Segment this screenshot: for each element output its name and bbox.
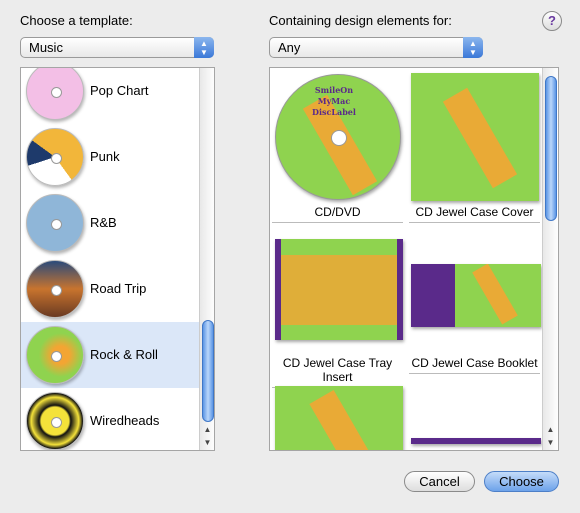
- category-value: Music: [29, 40, 63, 55]
- element-name: CD Jewel Case Booklet: [409, 356, 540, 374]
- template-name: Wiredheads: [90, 413, 160, 428]
- popup-arrows-icon: ▲ ▼: [463, 37, 483, 58]
- filter-popup[interactable]: Any ▲ ▼: [269, 37, 483, 58]
- element-cd-dvd[interactable]: SmileOn MyMac DiscLabel CD/DVD: [272, 68, 403, 223]
- template-name: Road Trip: [90, 281, 147, 296]
- element-name: CD Jewel Case Tray Insert: [272, 356, 403, 388]
- template-label: Choose a template:: [20, 13, 133, 28]
- scroll-up-icon[interactable]: ▲: [200, 423, 214, 436]
- disc-thumbnail: [26, 68, 84, 120]
- scroll-down-icon[interactable]: ▼: [543, 436, 558, 449]
- scroll-down-icon[interactable]: ▼: [200, 436, 214, 449]
- disc-thumbnail: [26, 392, 84, 450]
- disc-thumbnail: [26, 326, 84, 384]
- scroll-thumb[interactable]: [202, 320, 214, 422]
- tray-preview: [275, 239, 403, 340]
- template-name: R&B: [90, 215, 117, 230]
- cd-art-text: SmileOn MyMac DiscLabel: [312, 85, 356, 117]
- cd-preview: SmileOn MyMac DiscLabel: [275, 74, 401, 200]
- template-item-road-trip[interactable]: Road Trip: [21, 256, 199, 322]
- elements-grid[interactable]: SmileOn MyMac DiscLabel CD/DVD CD Jewel …: [269, 67, 559, 451]
- filter-value: Any: [278, 40, 301, 55]
- choose-button[interactable]: Choose: [484, 471, 559, 492]
- element-booklet[interactable]: CD Jewel Case Booklet: [409, 220, 541, 374]
- scroll-thumb[interactable]: [545, 76, 557, 221]
- template-scrollbar[interactable]: ▲ ▼: [199, 68, 214, 450]
- disc-thumbnail: [26, 128, 84, 186]
- template-name: Rock & Roll: [90, 347, 158, 362]
- elements-label: Containing design elements for:: [269, 13, 452, 28]
- template-item-punk[interactable]: Punk: [21, 124, 199, 190]
- elements-scrollbar[interactable]: ▲ ▼: [542, 68, 558, 450]
- template-item-rock-and-roll[interactable]: Rock & Roll: [21, 322, 199, 388]
- template-name: Pop Chart: [90, 83, 149, 98]
- disc-thumbnail: [26, 260, 84, 318]
- scroll-up-icon[interactable]: ▲: [543, 423, 558, 436]
- element-preview-partial[interactable]: [411, 438, 541, 444]
- popup-arrows-icon: ▲ ▼: [194, 37, 214, 58]
- cover-preview: [411, 73, 539, 201]
- template-list[interactable]: Pop Chart Punk R&B Road Trip Rock & Roll…: [20, 67, 215, 451]
- element-preview-partial[interactable]: [275, 386, 403, 450]
- element-tray-insert[interactable]: CD Jewel Case Tray Insert: [272, 220, 403, 388]
- category-popup[interactable]: Music ▲ ▼: [20, 37, 214, 58]
- element-jewel-cover[interactable]: CD Jewel Case Cover: [409, 68, 540, 223]
- cancel-button[interactable]: Cancel: [404, 471, 475, 492]
- template-name: Punk: [90, 149, 120, 164]
- help-button[interactable]: ?: [542, 11, 562, 31]
- booklet-preview: [411, 264, 541, 327]
- disc-thumbnail: [26, 194, 84, 252]
- template-item-wiredheads[interactable]: Wiredheads: [21, 388, 199, 450]
- template-item-rnb[interactable]: R&B: [21, 190, 199, 256]
- template-item-pop-chart[interactable]: Pop Chart: [21, 68, 199, 124]
